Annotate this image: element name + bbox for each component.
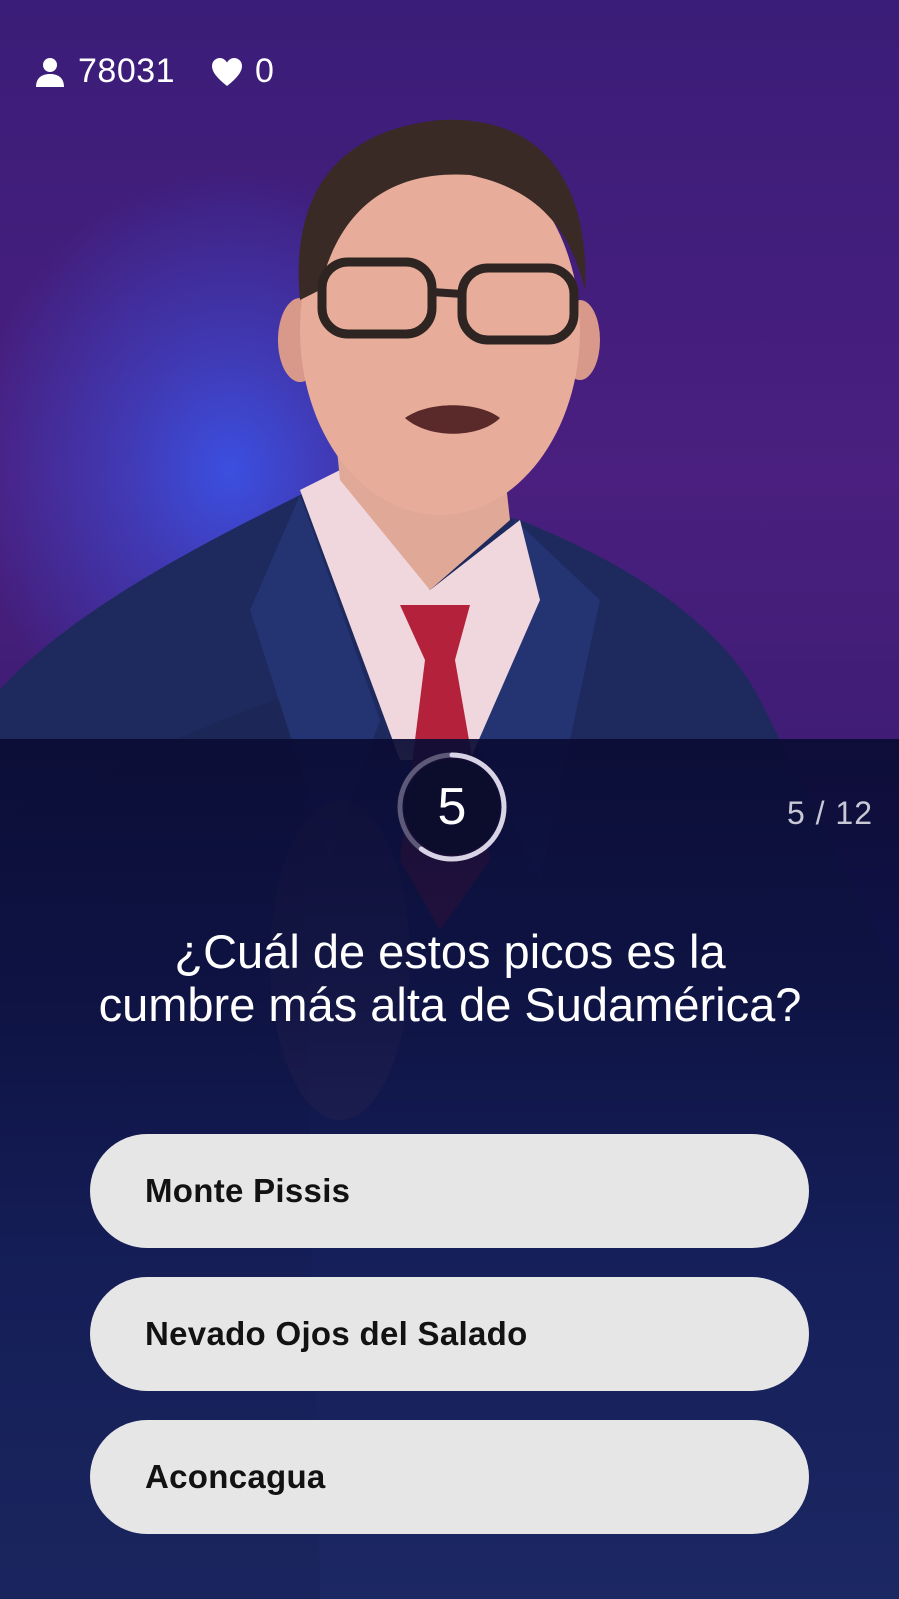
- stats-bar: 78031 0: [34, 52, 310, 91]
- question-progress: 5 / 12: [786, 795, 873, 831]
- user-icon: [36, 57, 64, 87]
- question-text: ¿Cuál de estos picos es la cumbre más al…: [98, 925, 802, 1031]
- answer-option-2[interactable]: Nevado Ojos del Salado: [90, 1277, 809, 1391]
- players-count: 78031: [78, 52, 176, 90]
- players-stat: 78031: [34, 52, 175, 91]
- heart-icon: [212, 57, 243, 86]
- answer-option-1[interactable]: Monte Pissis: [90, 1134, 809, 1248]
- timer-number: 5: [437, 778, 467, 836]
- lives-stat: 0: [211, 52, 274, 91]
- countdown-timer: 5: [394, 749, 510, 865]
- lives-count: 0: [255, 52, 275, 90]
- answer-option-3[interactable]: Aconcagua: [90, 1420, 809, 1534]
